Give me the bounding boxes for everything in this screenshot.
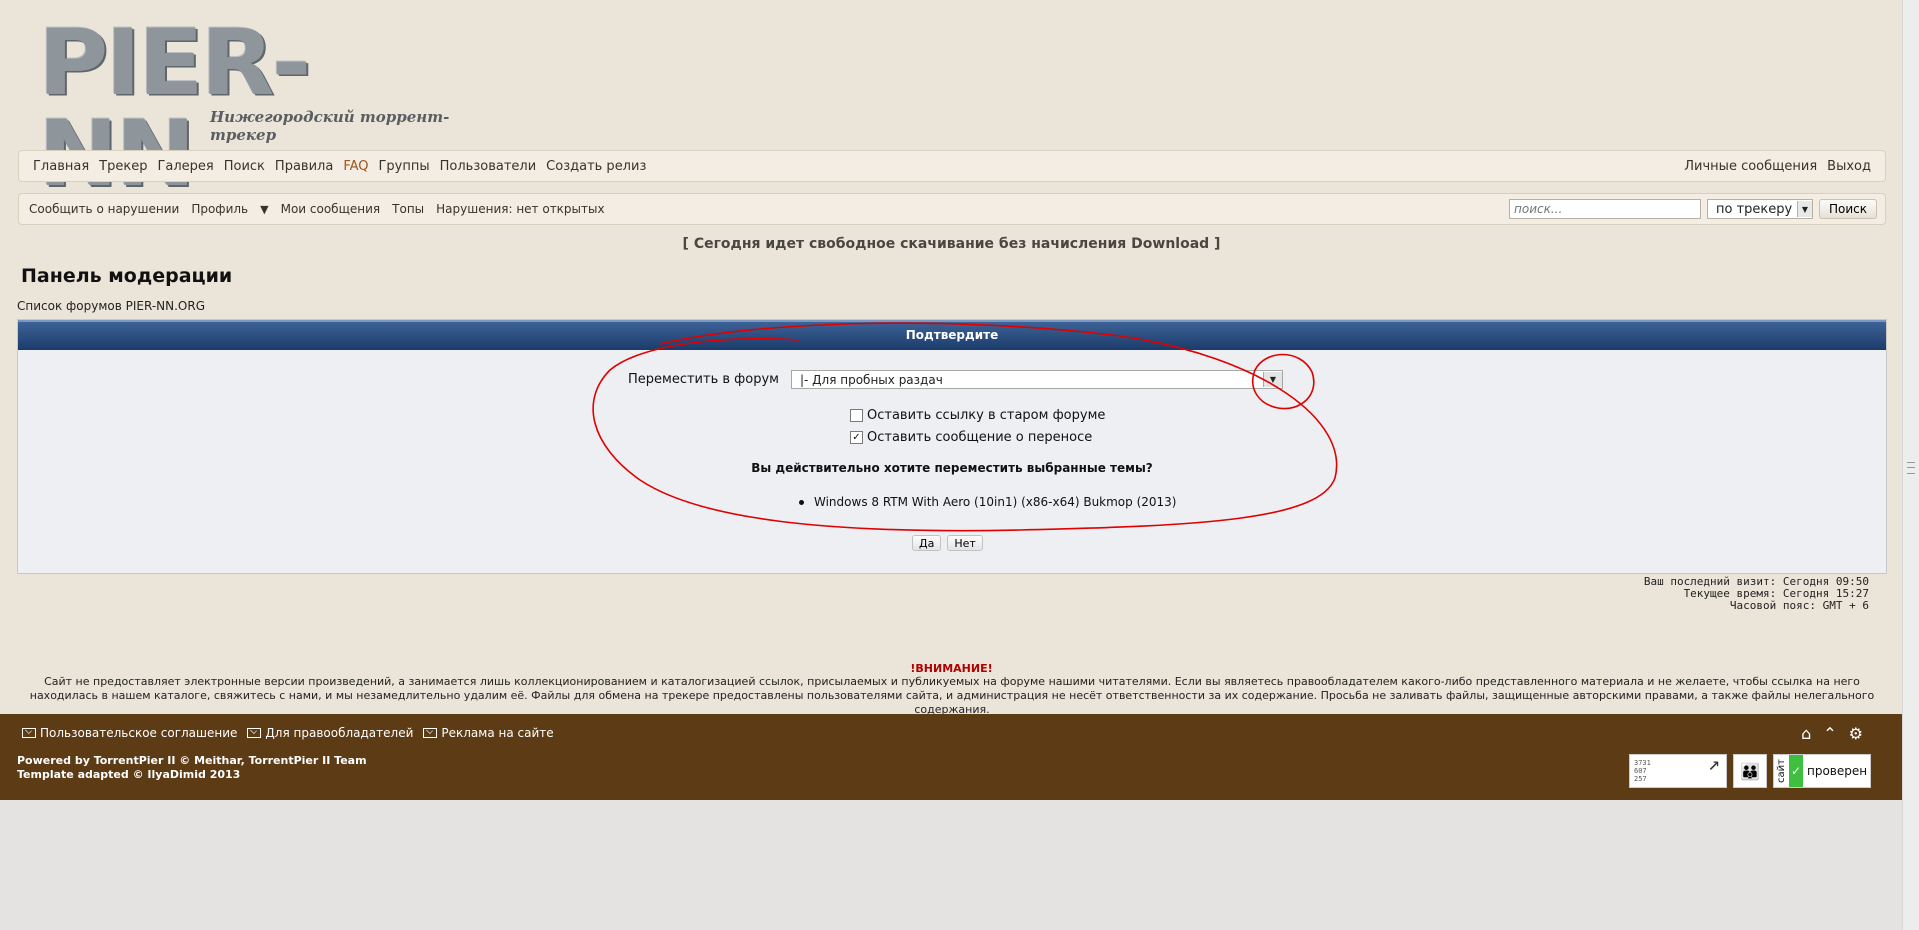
leave-link-checkbox[interactable]	[850, 409, 863, 422]
warning-text: Сайт не предоставляет электронные версии…	[29, 675, 1875, 716]
template-credit: Template adapted © IlyaDimid 2013	[17, 768, 241, 781]
envelope-icon	[423, 728, 438, 738]
nav-gallery[interactable]: Галерея	[157, 159, 213, 174]
nav-users[interactable]: Пользователи	[440, 159, 537, 174]
panel-header: Подтвердите	[18, 320, 1886, 350]
chevron-down-icon[interactable]: ▼	[1262, 372, 1282, 387]
main-nav: Главная Трекер Галерея Поиск Правила FAQ…	[18, 150, 1886, 182]
profile-dropdown-icon[interactable]: ▼	[260, 203, 268, 216]
breadcrumb[interactable]: Список форумов PIER-NN.ORG	[17, 299, 205, 313]
check-icon: ✓	[1789, 755, 1803, 787]
envelope-icon	[22, 728, 36, 738]
arrow-up-right-icon: ↗	[1707, 751, 1720, 775]
footer-link-agreement[interactable]: Пользовательское соглашение	[22, 726, 237, 740]
yes-button[interactable]: Да	[912, 535, 942, 551]
footer-link-rightholders[interactable]: Для правообладателей	[247, 726, 413, 740]
powered-by: Powered by TorrentPier II © Meithar, Tor…	[17, 754, 367, 767]
subnav-violations[interactable]: Нарушения: нет открытых	[436, 202, 604, 216]
confirm-panel: Подтвердите Переместить в форум |- Для п…	[17, 319, 1887, 574]
nav-tracker[interactable]: Трекер	[99, 159, 147, 174]
footer-link-label: Для правообладателей	[265, 726, 414, 740]
counter-badge[interactable]: 3731 607 257 ↗	[1629, 751, 1727, 788]
chevron-down-icon[interactable]: ▼	[1797, 201, 1812, 217]
subnav-report[interactable]: Сообщить о нарушении	[29, 202, 179, 216]
topic-item: Windows 8 RTM With Aero (10in1) (x86-x64…	[799, 495, 1176, 509]
search-input[interactable]	[1509, 199, 1701, 219]
leave-message-checkbox[interactable]: ✓	[850, 431, 863, 444]
nav-rules[interactable]: Правила	[275, 159, 333, 174]
site-logo[interactable]: PIER-NN Нижегородский торрент-трекер	[30, 12, 460, 199]
footer-link-label: Реклама на сайте	[441, 726, 554, 740]
bullet-icon	[799, 499, 804, 505]
forum-select-value: |- Для пробных раздач	[799, 372, 943, 387]
search-scope-value: по трекеру	[1716, 201, 1793, 217]
footer-link-label: Пользовательское соглашение	[40, 726, 238, 740]
nav-create-release[interactable]: Создать релиз	[546, 159, 646, 174]
subnav-profile[interactable]: Профиль	[191, 202, 248, 216]
footer: Пользовательское соглашение Для правообл…	[0, 714, 1903, 800]
no-button[interactable]: Нет	[947, 535, 983, 551]
subnav-my-messages[interactable]: Мои сообщения	[281, 202, 381, 216]
visit-info: Ваш последний визит: Сегодня 09:50 Текущ…	[1644, 576, 1869, 612]
warning-title: !ВНИМАНИЕ!	[910, 662, 993, 675]
nav-groups[interactable]: Группы	[379, 159, 430, 174]
counter-line: 257	[1634, 775, 1647, 783]
counter-line: 3731	[1634, 759, 1651, 767]
envelope-icon	[247, 728, 262, 738]
footer-link-ads[interactable]: Реклама на сайте	[423, 726, 554, 740]
search-scope-select[interactable]: по трекеру ▼	[1707, 199, 1813, 219]
verified-vertical-label: сайт	[1776, 759, 1787, 783]
logo-subtitle: Нижегородский торрент-трекер	[210, 108, 450, 144]
page: PIER-NN Нижегородский торрент-трекер Гла…	[0, 0, 1903, 800]
page-title: Панель модерации	[21, 265, 233, 287]
scroll-top-icon[interactable]: ⌃	[1823, 724, 1836, 743]
move-forum-label: Переместить в форум	[628, 372, 779, 387]
announcement: [ Сегодня идет свободное скачивание без …	[682, 236, 1221, 252]
leave-message-label: Оставить сообщение о переносе	[867, 430, 1093, 445]
vertical-scrollbar[interactable]	[1902, 0, 1919, 930]
counter-line: 607	[1634, 767, 1647, 775]
leave-link-label: Оставить ссылку в старом форуме	[867, 408, 1106, 423]
subnav-tops[interactable]: Топы	[392, 202, 424, 216]
nav-search[interactable]: Поиск	[224, 159, 265, 174]
nav-private-messages[interactable]: Личные сообщения	[1684, 159, 1817, 174]
confirm-question: Вы действительно хотите переместить выбр…	[751, 461, 1153, 475]
nav-faq[interactable]: FAQ	[343, 159, 368, 174]
topic-title: Windows 8 RTM With Aero (10in1) (x86-x64…	[814, 495, 1177, 509]
scrollbar-grip[interactable]	[1907, 462, 1915, 474]
nav-logout[interactable]: Выход	[1827, 159, 1871, 174]
home-icon[interactable]: ⌂	[1801, 724, 1811, 743]
people-icon[interactable]: 👪	[1733, 754, 1767, 788]
forum-select[interactable]: |- Для пробных раздач ▼	[790, 370, 1283, 389]
move-forum-row: Переместить в форум |- Для пробных разда…	[628, 370, 1283, 389]
verified-badge[interactable]: сайт ✓ проверен	[1773, 754, 1871, 788]
leave-link-row[interactable]: Оставить ссылку в старом форуме	[850, 408, 1105, 423]
verified-label: проверен	[1807, 764, 1868, 778]
timezone: Часовой пояс: GMT + 6	[1729, 599, 1869, 612]
search-form: по трекеру ▼ Поиск	[1509, 199, 1885, 219]
gear-icon[interactable]: ⚙	[1849, 724, 1863, 743]
nav-home[interactable]: Главная	[33, 159, 89, 174]
search-button[interactable]: Поиск	[1819, 199, 1877, 219]
leave-message-row[interactable]: ✓ Оставить сообщение о переносе	[850, 430, 1092, 445]
sub-nav: Сообщить о нарушении Профиль ▼ Мои сообщ…	[18, 193, 1886, 225]
